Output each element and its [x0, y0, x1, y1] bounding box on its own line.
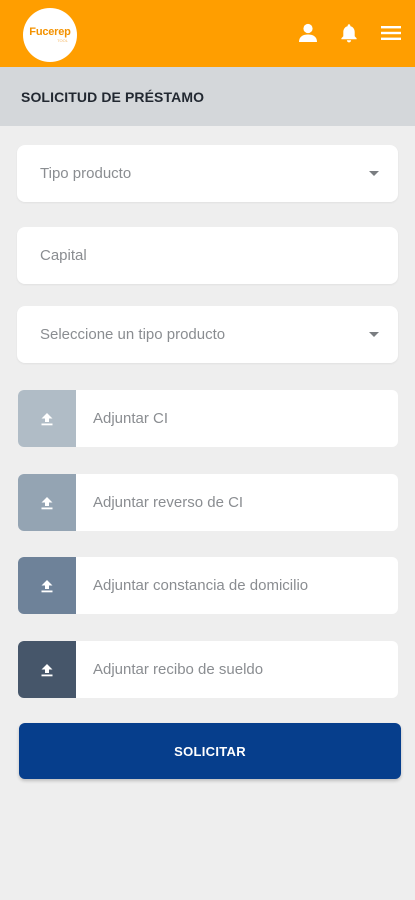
upload-icon	[41, 496, 53, 509]
upload-ci-reverse[interactable]: Adjuntar reverso de CI	[18, 474, 398, 531]
upload-address-proof-button[interactable]	[18, 557, 76, 614]
upload-ci-label: Adjuntar CI	[93, 410, 169, 427]
upload-payslip-label: Adjuntar recibo de sueldo	[93, 661, 264, 678]
bell-icon[interactable]	[338, 22, 360, 44]
chevron-down-icon	[369, 171, 379, 176]
page-title: SOLICITUD DE PRÉSTAMO	[21, 88, 205, 105]
submit-button-label: SOLICITAR	[174, 743, 246, 759]
user-icon[interactable]	[297, 22, 319, 44]
submit-button[interactable]: SOLICITAR	[19, 723, 401, 779]
logo-text: Fucerep	[29, 25, 71, 38]
upload-ci[interactable]: Adjuntar CI	[18, 390, 398, 447]
product-subtype-select[interactable]: Seleccione un tipo producto	[17, 306, 398, 363]
upload-address-proof-label: Adjuntar constancia de domicilio	[93, 577, 309, 594]
top-app-bar: Fucerep TOOL	[0, 0, 415, 67]
logo-subtext: TOOL	[57, 37, 68, 43]
capital-input[interactable]: Capital	[17, 227, 398, 284]
product-subtype-placeholder: Seleccione un tipo producto	[40, 326, 226, 343]
upload-address-proof[interactable]: Adjuntar constancia de domicilio	[18, 557, 398, 614]
product-type-select[interactable]: Tipo producto	[17, 145, 398, 202]
menu-icon[interactable]	[380, 22, 402, 44]
upload-payslip-button[interactable]	[18, 641, 76, 698]
capital-placeholder: Capital	[40, 247, 87, 264]
upload-icon	[41, 663, 53, 676]
page-header: SOLICITUD DE PRÉSTAMO	[0, 67, 415, 126]
fucerep-logo[interactable]: Fucerep TOOL	[23, 8, 77, 62]
upload-ci-button[interactable]	[18, 390, 76, 447]
upload-ci-reverse-button[interactable]	[18, 474, 76, 531]
upload-payslip[interactable]: Adjuntar recibo de sueldo	[18, 641, 398, 698]
upload-icon	[41, 579, 53, 592]
upload-ci-reverse-label: Adjuntar reverso de CI	[93, 494, 244, 511]
app-screen: Fucerep TOOL SOLICITUD DE PRÉSTAMO Tipo …	[0, 0, 415, 900]
upload-icon	[41, 412, 53, 425]
chevron-down-icon	[369, 332, 379, 337]
product-type-placeholder: Tipo producto	[40, 165, 132, 182]
